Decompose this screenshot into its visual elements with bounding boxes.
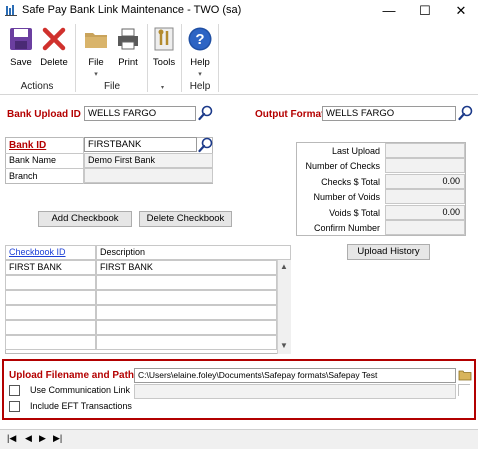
output-format-field[interactable]: WELLS FARGO bbox=[322, 106, 456, 121]
output-format-lookup-icon[interactable] bbox=[458, 105, 474, 121]
delete-label: Delete bbox=[40, 57, 68, 68]
actions-group-label: Actions bbox=[20, 81, 54, 92]
checkbook-id-header[interactable]: Checkbook ID bbox=[9, 247, 66, 257]
voids-total-value: 0.00 bbox=[385, 205, 465, 220]
include-eft-label: Include EFT Transactions bbox=[30, 401, 132, 411]
comm-link-lookup-icon bbox=[458, 384, 470, 396]
file-label: File ▾ bbox=[88, 57, 104, 78]
grid-scrollbar[interactable] bbox=[277, 260, 291, 354]
upload-path-field[interactable]: C:\Users\elaine.foley\Documents\Safepay … bbox=[134, 368, 456, 383]
communication-link-field bbox=[134, 384, 456, 399]
bank-upload-lookup-icon[interactable] bbox=[198, 105, 214, 121]
svg-text:?: ? bbox=[195, 31, 204, 48]
delete-button[interactable]: Delete bbox=[36, 24, 72, 72]
table-row[interactable] bbox=[96, 290, 277, 305]
help-label: Help ▾ bbox=[190, 57, 210, 78]
checks-total-value: 0.00 bbox=[385, 174, 465, 189]
first-record-icon[interactable]: |◀ bbox=[7, 433, 16, 444]
last-record-icon[interactable]: ▶| bbox=[53, 433, 62, 444]
printer-icon bbox=[118, 28, 138, 50]
number-of-checks-label: Number of Checks bbox=[305, 161, 380, 171]
bank-name-field: Demo First Bank bbox=[84, 153, 213, 168]
upload-history-button[interactable]: Upload History bbox=[347, 244, 430, 260]
file-button[interactable]: File ▾ bbox=[78, 24, 114, 78]
branch-field bbox=[84, 168, 213, 183]
use-communication-link-checkbox[interactable] bbox=[9, 385, 20, 396]
include-eft-checkbox[interactable] bbox=[9, 401, 20, 412]
print-label: Print bbox=[118, 57, 138, 68]
add-checkbook-button[interactable]: Add Checkbook bbox=[38, 211, 132, 227]
bank-name-label: Bank Name bbox=[9, 155, 57, 165]
last-upload-value bbox=[385, 143, 465, 158]
upload-filename-label: Upload Filename and Path bbox=[9, 370, 135, 381]
file-group-label: File bbox=[103, 81, 121, 92]
bank-upload-id-field[interactable]: WELLS FARGO bbox=[84, 106, 196, 121]
save-label: Save bbox=[10, 57, 32, 68]
save-icon bbox=[10, 28, 32, 50]
use-communication-link-label: Use Communication Link bbox=[30, 385, 131, 395]
table-row[interactable] bbox=[96, 275, 277, 290]
confirm-number-label: Confirm Number bbox=[313, 223, 380, 233]
ribbon-separator bbox=[218, 24, 219, 92]
help-button[interactable]: ? Help ▾ bbox=[182, 24, 218, 78]
grid-header-description: Description bbox=[96, 245, 291, 260]
grid-cell-checkbook[interactable]: FIRST BANK bbox=[5, 260, 96, 275]
voids-total-label: Voids $ Total bbox=[329, 208, 380, 218]
folder-icon bbox=[85, 33, 107, 48]
bank-id-label[interactable]: Bank ID bbox=[9, 140, 46, 151]
number-of-voids-label: Number of Voids bbox=[313, 192, 380, 202]
next-record-icon[interactable]: ▶ bbox=[39, 433, 46, 444]
minimize-button[interactable]: — bbox=[374, 0, 404, 21]
grid-cell-description[interactable]: FIRST BANK bbox=[96, 260, 277, 275]
save-button[interactable]: Save bbox=[3, 24, 39, 72]
last-upload-label: Last Upload bbox=[331, 146, 380, 156]
tools-label: Tools bbox=[152, 57, 176, 68]
delete-x-icon bbox=[42, 27, 66, 51]
grid-header-checkbook[interactable]: Checkbook ID bbox=[5, 245, 96, 260]
table-row[interactable] bbox=[96, 305, 277, 320]
scroll-down-icon[interactable]: ▼ bbox=[280, 341, 288, 350]
number-of-voids-value bbox=[385, 189, 465, 204]
previous-record-icon[interactable]: ◀ bbox=[25, 433, 32, 444]
window-title: Safe Pay Bank Link Maintenance - TWO (sa… bbox=[22, 4, 242, 16]
table-row[interactable] bbox=[96, 335, 277, 350]
bank-id-field[interactable]: FIRSTBANK bbox=[84, 137, 197, 152]
table-row[interactable] bbox=[96, 320, 277, 335]
close-button[interactable]: ✕ bbox=[446, 0, 476, 21]
scroll-up-icon[interactable]: ▲ bbox=[280, 262, 288, 271]
tools-dropdown-icon[interactable]: ▾ bbox=[161, 84, 164, 91]
table-row[interactable] bbox=[5, 320, 96, 335]
branch-label: Branch bbox=[9, 171, 38, 181]
column-divider bbox=[83, 137, 84, 184]
help-icon: ? bbox=[188, 27, 212, 51]
number-of-checks-value bbox=[385, 158, 465, 173]
maximize-button[interactable]: ☐ bbox=[410, 0, 440, 21]
bank-id-lookup-icon[interactable] bbox=[198, 137, 214, 153]
status-bar bbox=[0, 429, 478, 449]
tools-icon bbox=[154, 27, 174, 51]
confirm-number-value bbox=[385, 220, 465, 235]
delete-checkbook-button[interactable]: Delete Checkbook bbox=[139, 211, 232, 227]
output-format-label: Output Format bbox=[255, 109, 325, 120]
tools-button[interactable]: Tools bbox=[146, 24, 182, 72]
browse-folder-icon[interactable] bbox=[458, 368, 472, 381]
app-icon bbox=[5, 5, 17, 16]
table-row[interactable] bbox=[5, 290, 96, 305]
help-group-label: Help bbox=[189, 81, 211, 92]
bank-upload-id-label: Bank Upload ID bbox=[7, 109, 81, 120]
print-button[interactable]: Print bbox=[110, 24, 146, 72]
table-row[interactable] bbox=[5, 335, 96, 350]
checks-total-label: Checks $ Total bbox=[321, 177, 380, 187]
table-row[interactable] bbox=[5, 275, 96, 290]
table-row[interactable] bbox=[5, 305, 96, 320]
